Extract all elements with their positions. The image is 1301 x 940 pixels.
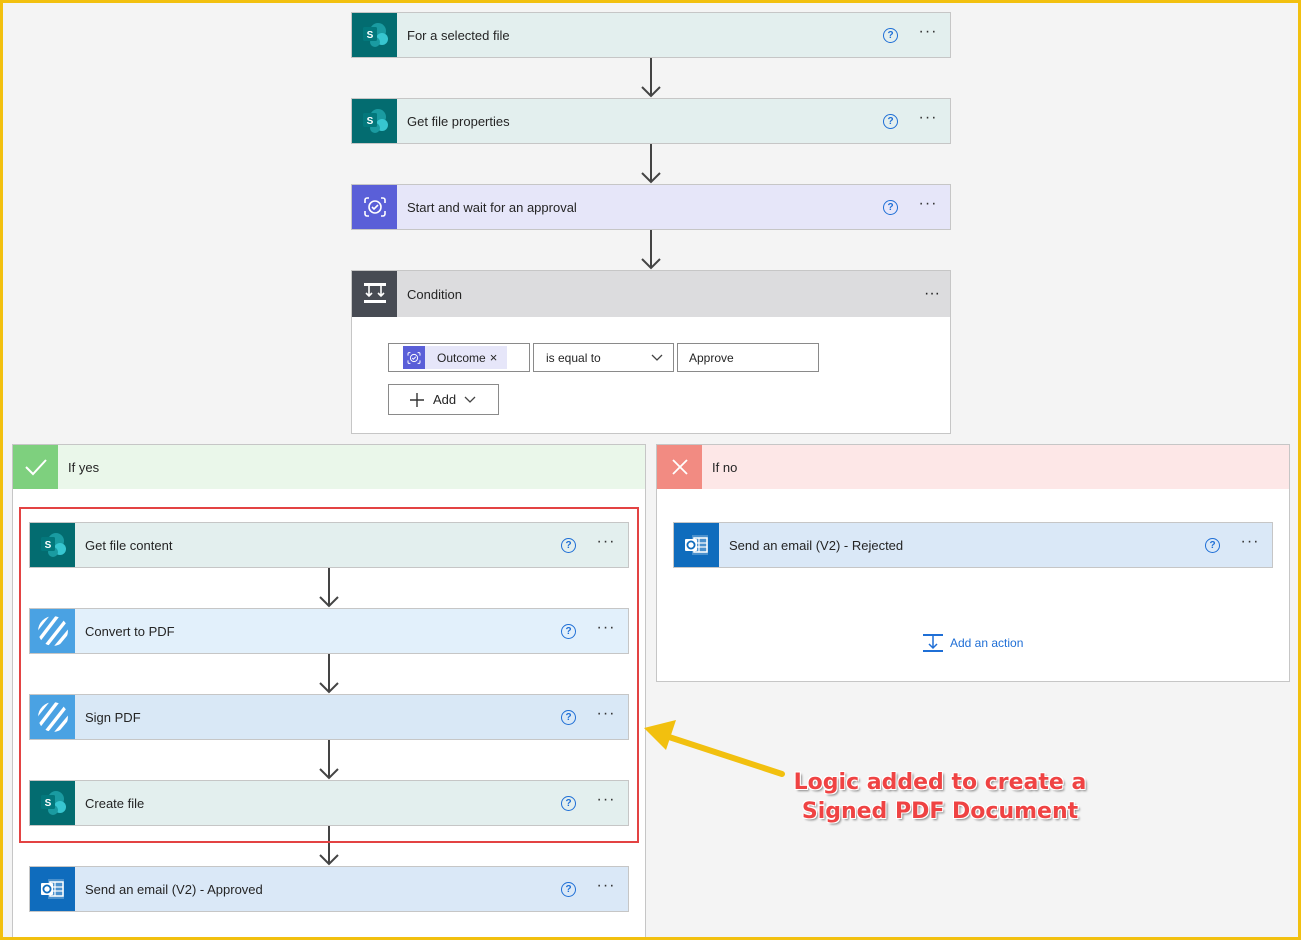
more-icon[interactable]: ··· [594, 620, 618, 639]
connector-arrow [641, 144, 661, 184]
action-card-sign-pdf[interactable]: Sign PDF ? ··· [29, 694, 629, 740]
connector-arrow [319, 826, 339, 866]
annotation-arrow [644, 720, 785, 777]
connector-arrow [319, 740, 339, 780]
chevron-down-icon [651, 354, 663, 361]
outcome-token[interactable]: Outcome × [403, 346, 508, 369]
help-icon[interactable]: ? [883, 113, 898, 129]
action-title: Sign PDF [85, 709, 141, 725]
condition-header[interactable]: Condition ··· [352, 271, 950, 317]
more-icon[interactable]: ··· [594, 534, 618, 553]
action-title: Send an email (V2) - Approved [85, 881, 263, 897]
add-label: Add [433, 392, 457, 407]
help-icon[interactable]: ? [561, 537, 576, 553]
help-icon[interactable]: ? [883, 199, 898, 215]
action-title: Start and wait for an approval [407, 199, 577, 215]
help-icon[interactable]: ? [561, 881, 576, 897]
action-title: Get file content [85, 537, 173, 553]
action-title: Convert to PDF [85, 623, 175, 639]
if-yes-header[interactable]: If yes [13, 445, 645, 489]
operator-value: is equal to [546, 350, 601, 365]
connector-arrow [319, 568, 339, 608]
action-card-send-email-rejected[interactable]: Send an email (V2) - Rejected ? ··· [673, 522, 1273, 568]
pdf-stripes-icon [30, 695, 75, 739]
more-icon[interactable]: ··· [916, 24, 940, 43]
action-title: Send an email (V2) - Rejected [729, 537, 904, 553]
sharepoint-icon [30, 781, 75, 825]
action-title: Get file properties [407, 113, 510, 129]
sharepoint-icon [30, 523, 75, 567]
more-icon[interactable]: ··· [916, 196, 940, 215]
if-no-header[interactable]: If no [657, 445, 1289, 489]
check-icon [13, 445, 58, 489]
condition-left-operand[interactable]: Outcome × [388, 343, 530, 372]
token-remove-icon[interactable]: × [490, 350, 508, 365]
approvals-icon [403, 346, 425, 369]
outlook-icon [674, 523, 719, 567]
annotation-text: Logic added to create a Signed PDF Docum… [780, 768, 1100, 826]
action-card-start-approval[interactable]: Start and wait for an approval ? ··· [351, 184, 951, 230]
action-card-for-a-selected-file[interactable]: For a selected file ? ··· [351, 12, 951, 58]
more-icon[interactable]: ··· [594, 706, 618, 725]
add-action-icon [923, 634, 943, 652]
annotation-line-2: Signed PDF Document [801, 799, 1079, 824]
condition-title: Condition [407, 286, 462, 302]
chevron-down-icon [464, 396, 476, 403]
sharepoint-icon [352, 99, 397, 143]
help-icon[interactable]: ? [561, 623, 576, 639]
sharepoint-icon [352, 13, 397, 57]
help-icon[interactable]: ? [883, 27, 898, 43]
connector-arrow [319, 654, 339, 694]
action-title: Create file [85, 795, 145, 811]
more-icon[interactable]: ··· [924, 285, 940, 303]
connector-arrow [641, 230, 661, 270]
add-an-action-link[interactable]: Add an action [922, 633, 1023, 653]
action-card-create-file[interactable]: Create file ? ··· [29, 780, 629, 826]
pdf-stripes-icon [30, 609, 75, 653]
if-yes-label: If yes [68, 459, 100, 475]
annotation-line-1: Logic added to create a [793, 770, 1087, 795]
approvals-icon [352, 185, 397, 229]
add-action-label: Add an action [950, 636, 1024, 650]
more-icon[interactable]: ··· [594, 792, 618, 811]
more-icon[interactable]: ··· [594, 878, 618, 897]
plus-icon [410, 392, 424, 407]
help-icon[interactable]: ? [1205, 537, 1220, 553]
help-icon[interactable]: ? [561, 795, 576, 811]
condition-card[interactable]: Condition ··· Outcome × is equal to Appr… [351, 270, 951, 434]
value-text: Approve [689, 350, 734, 365]
more-icon[interactable]: ··· [1238, 534, 1262, 553]
more-icon[interactable]: ··· [916, 110, 940, 129]
action-card-convert-to-pdf[interactable]: Convert to PDF ? ··· [29, 608, 629, 654]
operator-select[interactable]: is equal to [533, 343, 674, 372]
condition-right-operand[interactable]: Approve [677, 343, 819, 372]
action-card-get-file-properties[interactable]: Get file properties ? ··· [351, 98, 951, 144]
if-no-label: If no [712, 459, 738, 475]
action-card-send-email-approved[interactable]: Send an email (V2) - Approved ? ··· [29, 866, 629, 912]
connector-arrow [641, 58, 661, 98]
token-label: Outcome [437, 350, 486, 365]
condition-icon [352, 271, 397, 317]
add-condition-button[interactable]: Add [388, 384, 499, 415]
help-icon[interactable]: ? [561, 709, 576, 725]
x-icon [657, 445, 702, 489]
outlook-icon [30, 867, 75, 911]
action-card-get-file-content[interactable]: Get file content ? ··· [29, 522, 629, 568]
action-title: For a selected file [407, 27, 510, 43]
